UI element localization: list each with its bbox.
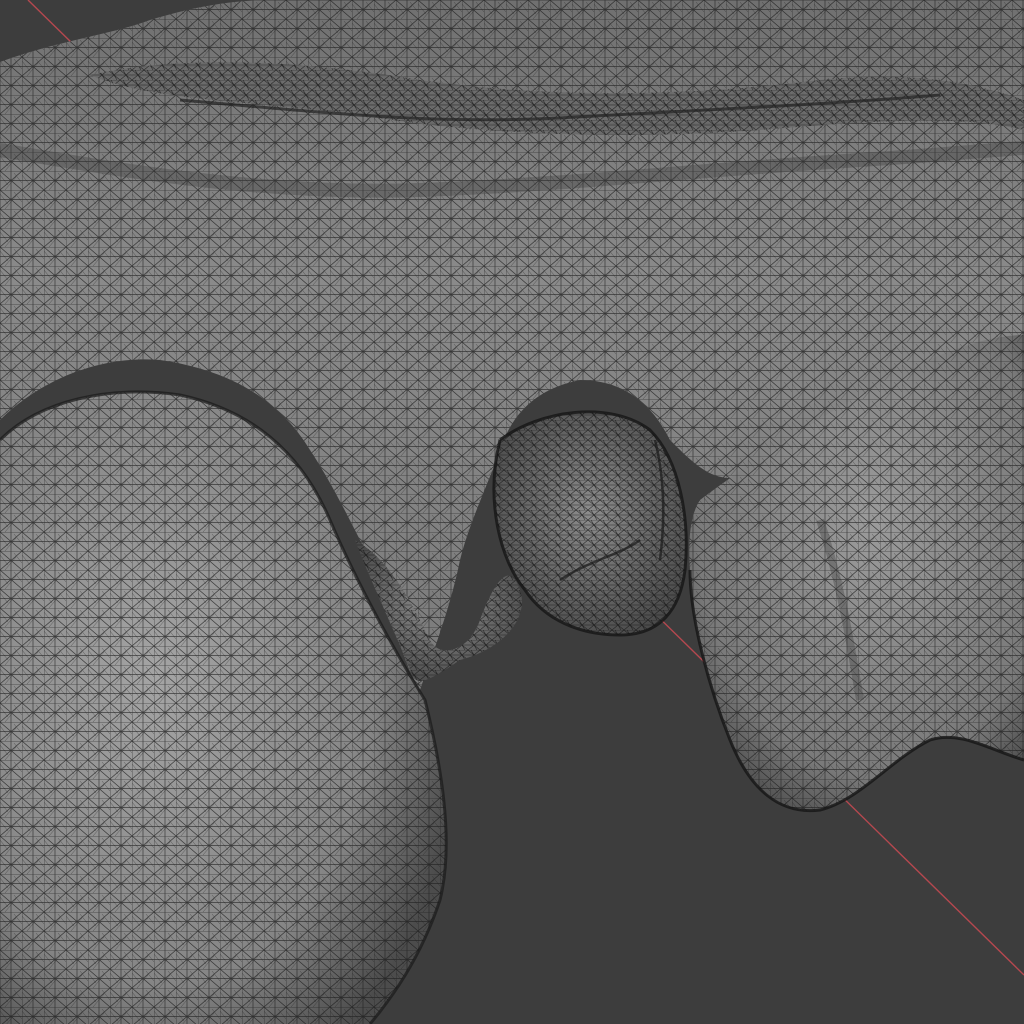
- viewport-canvas[interactable]: [0, 0, 1024, 1024]
- 3d-viewport[interactable]: [0, 0, 1024, 1024]
